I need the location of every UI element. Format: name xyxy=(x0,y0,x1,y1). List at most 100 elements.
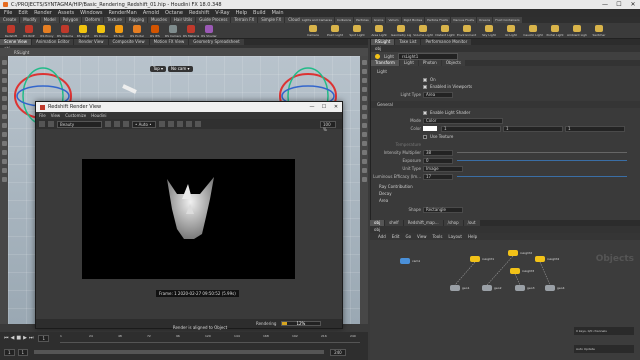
shelf-tool[interactable]: RS IES xyxy=(147,25,163,38)
light-tool[interactable]: Environment Light xyxy=(457,25,477,37)
rv-region-icon[interactable] xyxy=(159,121,165,127)
shelf-tab[interactable]: Model xyxy=(40,17,59,23)
intensity-slider[interactable] xyxy=(457,152,627,153)
left-pane-tab[interactable]: Geometry Spreadsheet xyxy=(189,39,244,45)
viewport-checkbox[interactable] xyxy=(423,84,427,89)
shelf-right-tab[interactable]: Viscous Fluids xyxy=(450,17,477,23)
viewport-tool-icon[interactable] xyxy=(1,141,7,146)
menu-main[interactable]: Main xyxy=(272,10,284,16)
viewport-tool-icon[interactable] xyxy=(1,96,7,101)
network-node[interactable] xyxy=(470,256,480,262)
aov-select[interactable]: Beauty xyxy=(57,120,102,128)
color-swatch[interactable] xyxy=(423,126,437,131)
shelf-right-tab[interactable]: Rigid Bodies xyxy=(401,17,425,23)
mode-select[interactable]: Color xyxy=(423,117,503,124)
color-r-field[interactable]: 1 xyxy=(441,125,501,132)
shelf-tab[interactable]: Muscles xyxy=(147,17,170,23)
rv-menu-item[interactable]: View xyxy=(51,113,61,118)
play-back-to-start-icon[interactable]: ⏮ xyxy=(4,335,9,341)
shelf-tool[interactable]: RS Dome xyxy=(93,25,109,38)
enable-shader-checkbox[interactable] xyxy=(423,110,427,115)
rv-snapshot-icon[interactable] xyxy=(105,121,111,127)
maximize-button[interactable]: ☐ xyxy=(612,0,626,9)
rv-maximize-button[interactable]: ☐ xyxy=(318,104,330,110)
param-tab[interactable]: Photon xyxy=(418,60,441,66)
network-tab[interactable]: /out xyxy=(463,220,480,226)
viewport-tool-icon[interactable] xyxy=(1,123,7,128)
menu-help[interactable]: Help xyxy=(236,10,247,16)
viewport-tool-icon[interactable] xyxy=(1,114,7,119)
menu-assets[interactable]: Assets xyxy=(58,10,74,16)
light-type-select[interactable]: Area xyxy=(423,91,453,98)
menu-arnold[interactable]: Arnold xyxy=(143,10,159,16)
menu-vray[interactable]: V-Ray xyxy=(215,10,229,16)
network-tab[interactable]: /shop xyxy=(443,220,463,226)
persp-menu[interactable]: Top ▾ xyxy=(150,66,167,72)
network-menu-item[interactable]: Add xyxy=(378,234,386,239)
left-pane-tab[interactable]: Motion FX View xyxy=(149,39,189,45)
close-button[interactable]: ✕ xyxy=(626,0,640,9)
shelf-tab[interactable]: Guide Process xyxy=(196,17,231,23)
network-tab[interactable]: obj xyxy=(370,220,385,226)
display-option-icon[interactable] xyxy=(361,114,367,119)
network-node[interactable] xyxy=(400,258,410,264)
shelf-right-tab[interactable]: Oceans xyxy=(477,17,493,23)
shelf-tab[interactable]: Polygon xyxy=(59,17,82,23)
shelf-right-tab[interactable]: Particle Fluids xyxy=(425,17,450,23)
display-option-icon[interactable] xyxy=(361,168,367,173)
menu-renderman[interactable]: RenderMan xyxy=(108,10,136,16)
network-node[interactable] xyxy=(450,285,460,291)
shelf-right-tab[interactable]: Vellum xyxy=(386,17,401,23)
shelf-right-tab[interactable]: Lights and Cameras xyxy=(300,17,334,23)
shelf-tool[interactable]: RS Sun xyxy=(111,25,127,38)
left-pane-tab[interactable]: Animation Editor xyxy=(31,39,74,45)
viewport-tool-icon[interactable] xyxy=(1,168,7,173)
display-option-icon[interactable] xyxy=(361,78,367,83)
viewport-tool-icon[interactable] xyxy=(1,78,7,83)
shelf-tab[interactable]: Create xyxy=(0,17,20,23)
display-option-icon[interactable] xyxy=(361,69,367,74)
network-tab[interactable]: Redshift_map... xyxy=(403,220,443,226)
viewport-tool-icon[interactable] xyxy=(1,60,7,65)
exposure-slider[interactable] xyxy=(457,160,627,161)
rv-channel-icon[interactable] xyxy=(114,121,120,127)
light-tool[interactable]: Sky Light xyxy=(479,25,499,37)
rv-lock-icon[interactable] xyxy=(168,121,174,127)
shelf-tool[interactable]: RS ROP xyxy=(21,25,37,38)
menu-redshift[interactable]: Redshift xyxy=(189,10,209,16)
viewport-tool-icon[interactable] xyxy=(1,69,7,74)
shelf-tool[interactable]: RS Light xyxy=(75,25,91,38)
light-tool[interactable]: Point Light xyxy=(325,25,345,37)
display-option-icon[interactable] xyxy=(361,60,367,65)
light-tool[interactable]: Geometry Light xyxy=(391,25,411,37)
light-tool[interactable]: Portal Light xyxy=(545,25,565,37)
network-menu-item[interactable]: Edit xyxy=(392,234,400,239)
auto-select[interactable]: • Auto • xyxy=(132,120,156,128)
current-frame-field[interactable]: 1 xyxy=(38,334,50,342)
rv-grid-icon[interactable] xyxy=(195,121,201,127)
color-b-field[interactable]: 1 xyxy=(565,125,625,132)
network-menu-item[interactable]: Go xyxy=(406,234,412,239)
shelf-tab[interactable]: Deform xyxy=(82,17,104,23)
play-reverse-icon[interactable]: ◀ xyxy=(11,335,15,341)
menu-file[interactable]: File xyxy=(4,10,12,16)
shelf-tab[interactable]: Terrain FX xyxy=(231,17,258,23)
camera-menu[interactable]: No cam ▾ xyxy=(168,66,193,72)
display-option-icon[interactable] xyxy=(361,87,367,92)
auto-update[interactable]: Auto Update xyxy=(574,345,634,353)
display-option-icon[interactable] xyxy=(361,141,367,146)
network-menu-item[interactable]: Layout xyxy=(448,234,462,239)
light-tool[interactable]: Caustic Light xyxy=(523,25,543,37)
start-frame-field[interactable]: 1 xyxy=(4,348,15,356)
network-menu-item[interactable]: Tools xyxy=(433,234,443,239)
light-tool[interactable]: Switcher xyxy=(589,25,609,37)
network-node[interactable] xyxy=(515,285,525,291)
right-pane-tab[interactable]: Take List xyxy=(395,39,421,45)
network-menu-item[interactable]: Help xyxy=(468,234,477,239)
zoom-field[interactable]: 100 % xyxy=(320,120,336,132)
shelf-tab[interactable]: Hair Utils xyxy=(170,17,196,23)
light-tool[interactable]: GI Light xyxy=(501,25,521,37)
rv-render-icon[interactable] xyxy=(39,121,45,127)
menu-render[interactable]: Render xyxy=(34,10,52,16)
luminous-slider[interactable] xyxy=(457,176,627,177)
